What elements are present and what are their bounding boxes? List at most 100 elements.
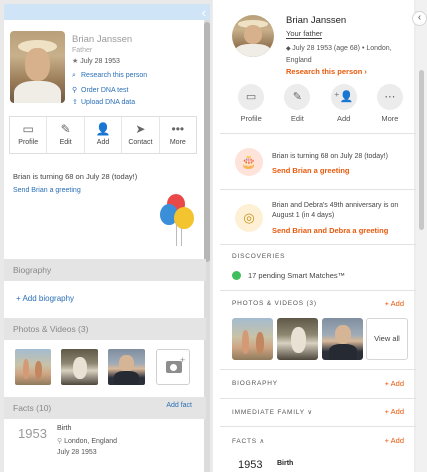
right-person-birth: ◆ July 28 1953 (age 68) • London, Englan…	[286, 43, 412, 66]
right-profile-label: Profile	[240, 114, 262, 123]
divider	[220, 244, 416, 245]
right-fact-year: 1953	[238, 459, 263, 471]
right-action-bar: ▭ Profile ✎ Edit ⁺👤 Add ⋯ More	[228, 84, 413, 128]
left-photos-header: Photos & Videos (3)	[4, 318, 206, 340]
photo-face-shape	[243, 25, 263, 45]
dna-icon: ⚲	[72, 87, 78, 94]
divider	[220, 290, 416, 291]
upload-dna-label: Upload DNA data	[81, 99, 136, 106]
left-fact-date: July 28 1953	[57, 449, 97, 456]
add-person-icon: 👤	[95, 122, 111, 136]
order-dna-label: Order DNA test	[81, 87, 129, 94]
figure-shape	[335, 325, 351, 344]
left-more-button[interactable]: ••• More	[160, 117, 196, 153]
left-panel-topbar: ‹	[4, 4, 210, 20]
right-edit-label: Edit	[290, 114, 304, 123]
figure-shape	[329, 344, 357, 360]
figure-shape	[35, 361, 42, 379]
anniversary-greeting-link[interactable]: Send Brian and Debra a greeting	[272, 226, 388, 235]
left-contact-button[interactable]: ➤ Contact	[122, 117, 160, 153]
more-icon: •••	[171, 122, 185, 136]
right-add-button[interactable]: ⁺👤 Add	[321, 84, 367, 128]
left-add-fact-link[interactable]: Add fact	[166, 402, 192, 409]
divider	[220, 369, 416, 370]
edit-icon: ✎	[284, 84, 311, 110]
figure-shape	[291, 327, 306, 353]
right-birth-text: July 28 1953 (age 68) • London, England	[286, 45, 392, 64]
birthday-event-text: Brian is turning 68 on July 28 (today!)	[272, 153, 388, 160]
left-contact-label: Contact	[128, 139, 153, 146]
add-photo-link[interactable]: + Add	[385, 299, 404, 308]
right-person-relationship[interactable]: Your father	[286, 29, 323, 39]
left-birth-text: July 28 1953	[80, 58, 120, 65]
left-facts-header: Facts (10) Add fact	[4, 397, 206, 419]
balloon-string	[176, 224, 177, 246]
left-fact-label: Birth	[57, 425, 72, 432]
photo-face-shape	[25, 48, 50, 82]
add-fact-link[interactable]: + Add	[385, 436, 404, 445]
add-family-link[interactable]: + Add	[385, 407, 404, 416]
right-more-label: More	[381, 114, 399, 123]
right-research-link[interactable]: Research this person ›	[286, 67, 367, 76]
rings-icon: ◎	[235, 204, 263, 232]
balloon-yellow	[174, 207, 194, 229]
left-edit-button[interactable]: ✎ Edit	[47, 117, 85, 153]
balloon-string	[181, 228, 182, 246]
right-profile-button[interactable]: ▭ Profile	[228, 84, 274, 128]
left-edit-label: Edit	[59, 139, 72, 146]
chevron-left-icon[interactable]: ‹	[202, 5, 206, 20]
left-add-button[interactable]: 👤 Add	[85, 117, 123, 153]
left-send-greeting-link[interactable]: Send Brian a greeting	[13, 187, 81, 194]
figure-shape	[114, 371, 139, 385]
photos-section-label: PHOTOS & VIDEOS (3)	[232, 300, 317, 307]
left-person-relationship: Father	[72, 47, 93, 54]
left-person-name: Brian Janssen	[72, 34, 133, 45]
right-scrollbar-thumb[interactable]	[419, 70, 424, 230]
biography-section-label: BIOGRAPHY	[232, 380, 278, 387]
edit-icon: ✎	[60, 122, 71, 136]
view-all-photos-button[interactable]: View all	[366, 318, 408, 360]
left-facts-title: Facts (10)	[13, 403, 52, 413]
research-link[interactable]: ⌕ Research this person	[72, 72, 147, 80]
left-scrollbar-thumb[interactable]	[204, 22, 210, 262]
more-icon: ⋯	[376, 84, 403, 110]
right-more-button[interactable]: ⋯ More	[367, 84, 413, 128]
left-photo-thumb[interactable]	[15, 349, 51, 385]
left-add-biography-link[interactable]: + Add biography	[16, 294, 74, 303]
right-photo-thumb[interactable]	[322, 318, 363, 360]
divider	[220, 133, 416, 134]
star-icon: ★	[72, 58, 81, 65]
figure-shape	[256, 332, 264, 354]
figure-shape	[119, 355, 134, 372]
profile-photo[interactable]	[10, 31, 65, 103]
add-biography-link[interactable]: + Add	[385, 379, 404, 388]
left-biography-header: Biography	[4, 259, 206, 281]
birthday-greeting-link[interactable]: Send Brian a greeting	[272, 166, 350, 175]
left-profile-label: Profile	[18, 139, 39, 146]
anniversary-event-text: Brian and Debra's 49th anniversary is on…	[272, 202, 399, 219]
add-photo-button[interactable]: +	[156, 349, 190, 385]
photo-shirt-shape	[235, 44, 271, 57]
facts-toggle[interactable]: FACTS ∧	[232, 437, 265, 445]
left-profile-button[interactable]: ▭ Profile	[10, 117, 48, 153]
collapse-panel-button[interactable]: ‹	[412, 11, 427, 26]
right-scrollbar[interactable]	[416, 0, 427, 472]
figure-shape	[242, 330, 249, 354]
immediate-family-toggle[interactable]: IMMEDIATE FAMILY ∨	[232, 408, 313, 416]
order-dna-link[interactable]: ⚲ Order DNA test	[72, 86, 128, 94]
left-action-bar: ▭ Profile ✎ Edit 👤 Add ➤ Contact ••• More	[9, 116, 197, 154]
send-icon: ➤	[135, 122, 146, 136]
right-photo-thumb[interactable]	[232, 318, 273, 360]
smart-match-status-dot	[232, 271, 241, 280]
smart-matches-link[interactable]: 17 pending Smart Matches™	[248, 271, 345, 280]
upload-dna-link[interactable]: ⇪ Upload DNA data	[72, 98, 135, 106]
right-profile-photo[interactable]	[232, 15, 274, 57]
divider	[220, 426, 416, 427]
left-photo-thumb[interactable]	[61, 349, 98, 385]
add-person-icon: ⁺👤	[330, 84, 357, 110]
photo-shirt-shape	[14, 81, 61, 103]
right-edit-button[interactable]: ✎ Edit	[274, 84, 320, 128]
cake-icon: 🎂	[235, 148, 263, 176]
right-photo-thumb[interactable]	[277, 318, 318, 360]
left-photo-thumb[interactable]	[108, 349, 145, 385]
